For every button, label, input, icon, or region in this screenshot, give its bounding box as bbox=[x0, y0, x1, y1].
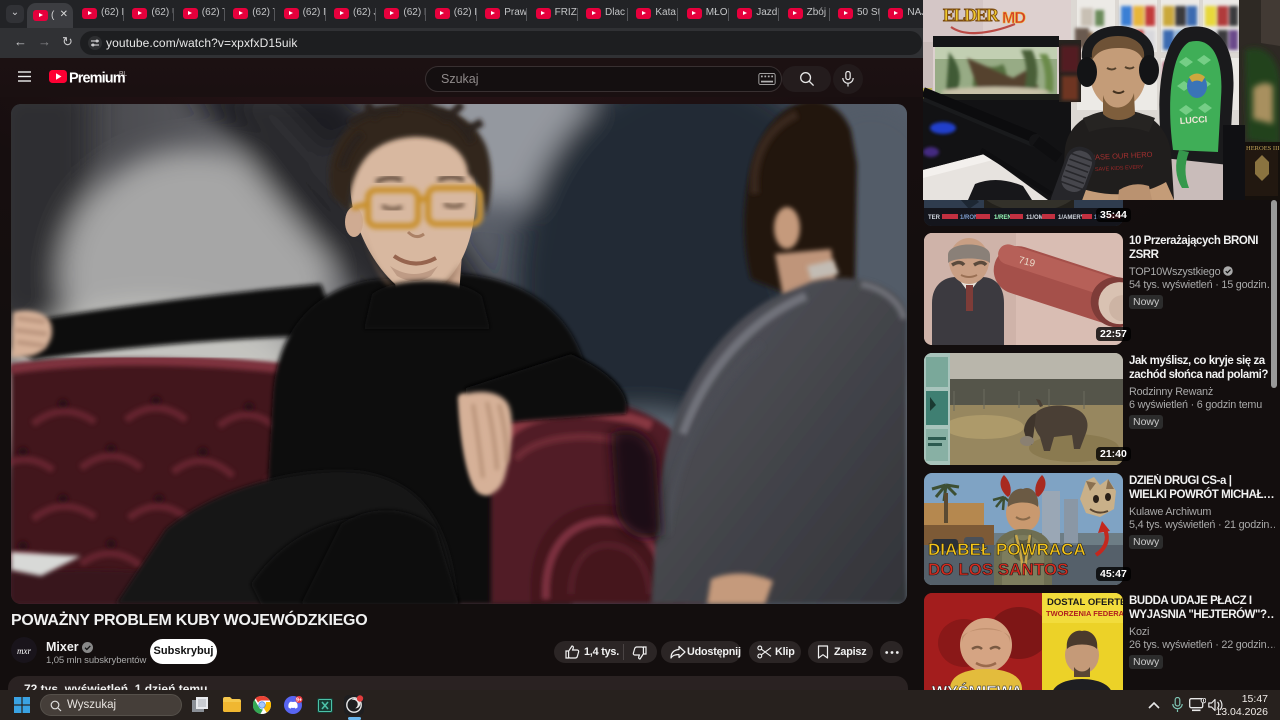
svg-text:HEROES III: HEROES III bbox=[1246, 145, 1279, 152]
svg-text:DOSTAL OFERTE: DOSTAL OFERTE bbox=[1047, 597, 1123, 608]
svg-text:Premium: Premium bbox=[69, 71, 125, 87]
svg-text:LUCCI: LUCCI bbox=[1179, 114, 1207, 126]
svg-text:DIABEŁ POWRACA: DIABEŁ POWRACA bbox=[928, 540, 1086, 559]
svg-text:1/REN: 1/REN bbox=[994, 215, 1012, 221]
svg-text:TWORZENIA FEDERACJI: TWORZENIA FEDERACJI bbox=[1046, 609, 1123, 618]
svg-text:9+: 9+ bbox=[296, 698, 302, 704]
svg-text:PL: PL bbox=[119, 71, 127, 78]
svg-text:DO LOS SANTOS: DO LOS SANTOS bbox=[928, 560, 1068, 579]
svg-text:ELDER: ELDER bbox=[943, 5, 1000, 25]
svg-text:1/RON: 1/RON bbox=[960, 215, 978, 221]
svg-text:11/OM: 11/OM bbox=[1026, 215, 1044, 221]
svg-text:TER: TER bbox=[928, 215, 941, 221]
svg-text:mxr: mxr bbox=[17, 646, 31, 656]
